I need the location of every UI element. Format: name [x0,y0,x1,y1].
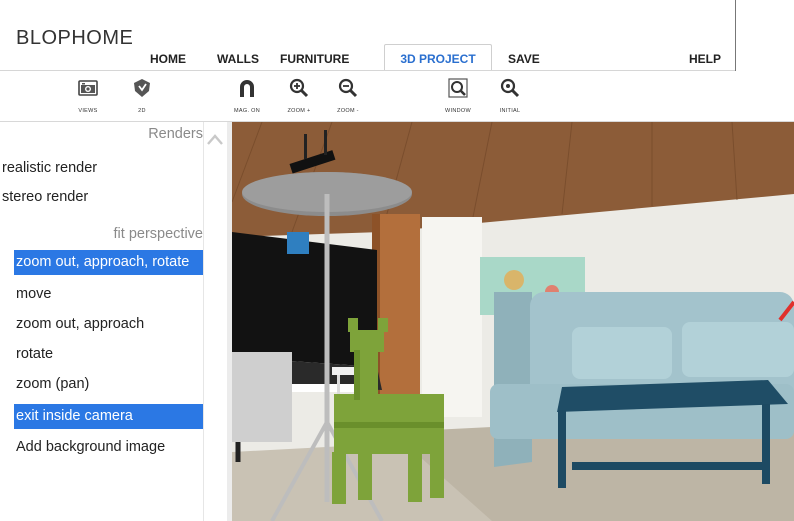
tab-help[interactable]: HELP [689,48,721,70]
mag-on-label: MAG. ON [234,108,260,114]
tab-3d-project[interactable]: 3D PROJECT [384,44,492,71]
side-panel: Renders realistic render stereo render f… [0,122,227,521]
zoom-in-icon [288,77,310,99]
3d-scene [232,122,794,521]
zoom-out-icon [337,77,359,99]
window-label: WINDOW [445,108,471,114]
menu-item-zoom-approach[interactable]: zoom out, approach [14,312,203,337]
magnet-button[interactable]: MAG. ON [217,77,277,121]
initial-zoom-button[interactable]: INITIAL [480,77,540,121]
renders-heading: Renders [148,126,203,142]
header: BLOPHOME HOME WALLS FURNITURE 3D PROJECT… [0,0,794,71]
initial-zoom-icon [499,77,521,99]
2d-label: 2D [138,108,146,114]
window-zoom-icon [447,77,469,99]
initial-label: INITIAL [499,108,521,114]
views-button[interactable]: VIEWS [58,77,118,121]
blophome-app: BLOPHOME HOME WALLS FURNITURE 3D PROJECT… [0,0,794,521]
magnet-icon [236,77,258,99]
zoom-out-label: ZOOM - [337,108,359,114]
tab-walls[interactable]: WALLS [217,48,259,70]
tab-furniture[interactable]: FURNITURE [280,48,349,70]
menu-item-rotate[interactable]: rotate [14,342,203,367]
tab-home[interactable]: HOME [150,48,186,70]
2d-button[interactable]: 2D [112,77,172,121]
3d-viewport[interactable] [232,122,794,521]
menu-item-zoom-pan[interactable]: zoom (pan) [14,372,203,397]
side-scrollbar[interactable] [203,122,227,521]
fit-perspective-heading: fit perspective [113,226,203,242]
menu-item-move[interactable]: move [14,282,203,307]
menu-item-realistic-render[interactable]: realistic render [0,156,189,181]
chevron-up-icon[interactable] [207,130,223,145]
camera-icon [77,77,99,99]
tab-save[interactable]: SAVE [508,48,540,70]
2d-view-icon [131,77,153,99]
views-label: VIEWS [78,108,98,114]
window-zoom-button[interactable]: WINDOW [428,77,488,121]
zoom-out-button[interactable]: ZOOM - [318,77,378,121]
menu-item-stereo-render[interactable]: stereo render [0,185,189,210]
main-nav: HOME WALLS FURNITURE 3D PROJECT SAVE HEL… [0,44,794,71]
toolbar: VIEWS 2D MAG. ON ZOOM + ZOOM - WINDOW IN… [0,71,794,121]
menu-item-zoom-approach-rotate[interactable]: zoom out, approach, rotate [14,250,203,275]
menu-item-exit-inside-camera[interactable]: exit inside camera [14,404,203,429]
menu-item-add-background-image[interactable]: Add background image [14,435,203,460]
app-logo: BLOPHOME [16,27,134,49]
